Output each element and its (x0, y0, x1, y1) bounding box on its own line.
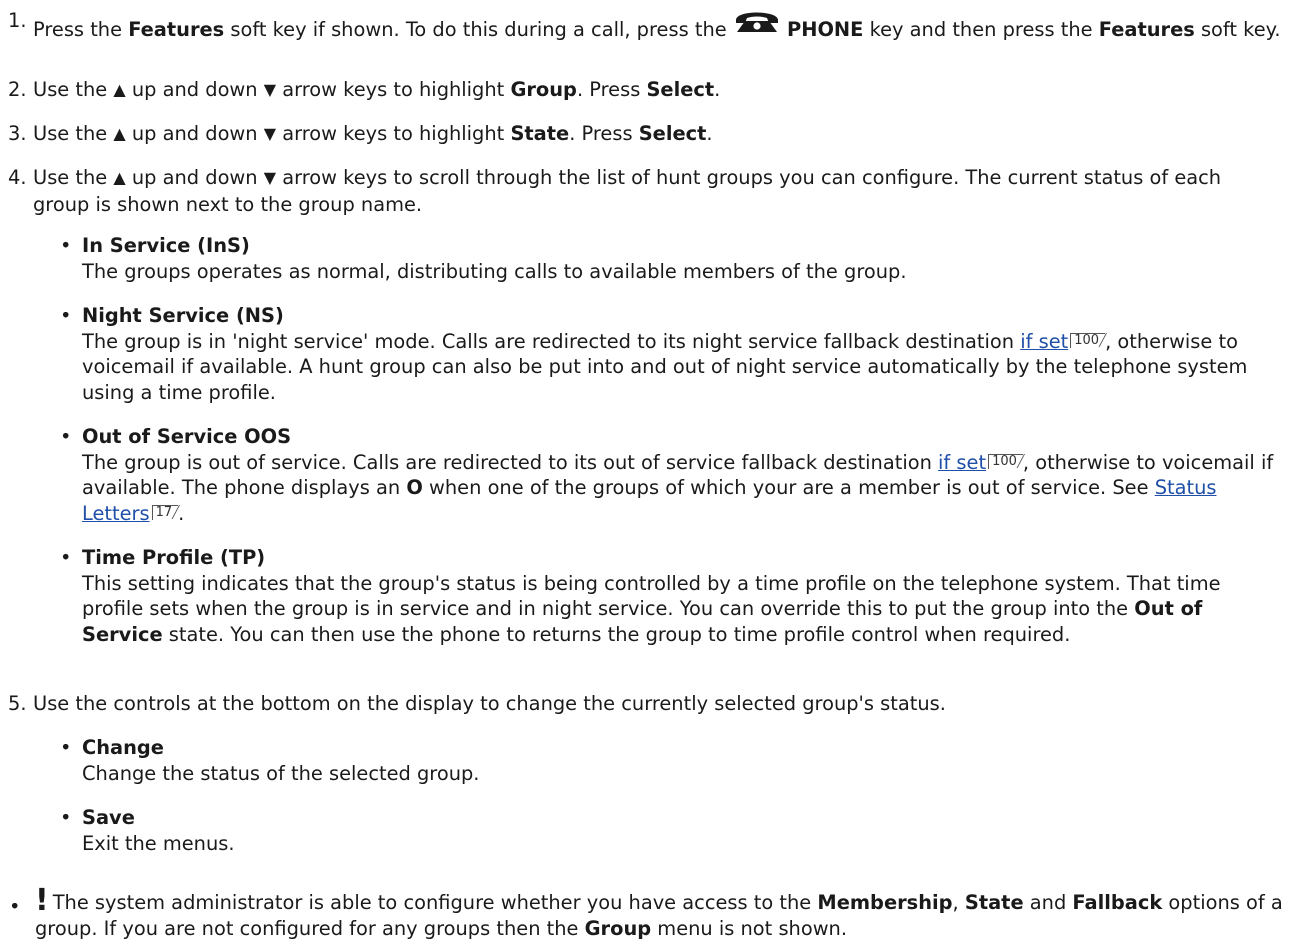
text-run: and (1023, 891, 1073, 914)
step-number: 5. (8, 692, 27, 715)
text-run: up and down (125, 78, 264, 101)
text-run: The group is out of service. Calls are r… (82, 450, 939, 474)
page-reference-icon[interactable]: 17 (151, 504, 179, 520)
bold-term: Select (646, 78, 715, 101)
phone-icon (735, 12, 778, 32)
text-run: Press the (33, 18, 129, 41)
text-run: This setting indicates that the group's … (82, 571, 1221, 621)
bold-term: Features (128, 18, 225, 41)
text-run: Change the status of the selected group. (82, 761, 480, 785)
option-description: The group is out of service. Calls are r… (82, 450, 1283, 527)
status-option: • Night Service (NS) The group is in 'nigh… (0, 303, 1289, 405)
option-title: In Service (InS) (82, 234, 250, 257)
option-description: Exit the menus. (82, 831, 1283, 857)
up-arrow-icon: ▲ (113, 80, 126, 99)
option-title: Change (82, 736, 164, 759)
status-option: • Change Change the status of the selected… (0, 735, 1289, 786)
admin-note: • ! The system administrator is able to c… (0, 886, 1289, 941)
text-run: , (952, 891, 965, 914)
text-run: Use the controls at the bottom on the di… (33, 692, 946, 715)
page-reference-icon[interactable]: 100 (1070, 332, 1106, 348)
option-description: Change the status of the selected group. (82, 761, 1283, 787)
up-arrow-icon: ▲ (113, 168, 126, 187)
text-run: The groups operates as normal, distribut… (82, 259, 907, 283)
option-title: Save (82, 806, 135, 829)
text-run: The group is in 'night service' mode. Ca… (82, 329, 1021, 353)
step-number: 2. (8, 78, 27, 101)
text-run: arrow keys to highlight (276, 78, 511, 101)
step-item: 2. Use the ▲ up and down ▼ arrow keys to … (0, 77, 1289, 104)
bullet-dot: • (60, 234, 72, 257)
step-item: 4. Use the ▲ up and down ▼ arrow keys to … (0, 165, 1289, 217)
bold-term: Group (584, 916, 652, 940)
page-reference-icon[interactable]: 100 (988, 453, 1023, 469)
text-run: up and down (125, 122, 264, 145)
option-title: Night Service (NS) (82, 304, 284, 327)
bold-term: Features (1098, 18, 1195, 41)
down-arrow-icon: ▼ (263, 124, 277, 143)
down-arrow-icon: ▼ (263, 80, 277, 99)
text-run: when one of the groups of which your are… (422, 476, 1155, 499)
bold-term: PHONE (787, 18, 864, 41)
step-text: Use the ▲ up and down ▼ arrow keys to sc… (33, 165, 1283, 217)
bold-term: State (964, 891, 1024, 914)
option-description: The groups operates as normal, distribut… (82, 259, 1283, 285)
text-run: . Press (576, 78, 647, 101)
exclamation-icon: ! (35, 883, 49, 918)
text-run: . Press (569, 122, 639, 145)
text-run: soft key. (1194, 18, 1281, 41)
text-run: . (706, 122, 713, 145)
note-text: ! The system administrator is able to con… (0, 886, 1289, 941)
bold-term: Group (510, 78, 577, 101)
bullet-dot: • (60, 806, 72, 829)
step-item: 5. Use the controls at the bottom on the … (0, 691, 1289, 717)
status-option: • Save Exit the menus. (0, 805, 1289, 856)
text-run: menu is not shown. (651, 916, 848, 940)
step-item: 1. Press the Features soft key if shown. … (0, 8, 1289, 43)
step-text: Use the ▲ up and down ▼ arrow keys to hi… (33, 77, 1283, 104)
option-description: This setting indicates that the group's … (82, 571, 1283, 648)
text-run: . (714, 78, 721, 101)
text-run: Exit the menus. (82, 831, 235, 855)
bold-term: Membership (817, 891, 953, 914)
text-run: key and then press the (863, 18, 1099, 41)
text-run: soft key if shown. To do this during a c… (224, 18, 733, 41)
bullet-dot: • (60, 425, 72, 448)
option-title: Out of Service OOS (82, 425, 292, 448)
bold-term: Select (638, 122, 707, 145)
down-arrow-icon: ▼ (263, 168, 277, 187)
status-option: • Out of Service OOS The group is out of s… (0, 424, 1289, 526)
text-run: Use the (33, 78, 114, 101)
text-run: Use the (33, 166, 114, 189)
option-title: Time Profile (TP) (82, 546, 266, 569)
step-text: Use the controls at the bottom on the di… (33, 691, 1283, 717)
bullet-dot: • (60, 546, 72, 569)
status-option: • In Service (InS) The groups operates as … (0, 233, 1289, 284)
status-option: • Time Profile (TP) This setting indicates… (0, 545, 1289, 647)
cross-reference-link[interactable]: if set (1020, 330, 1068, 353)
note-bullet: • (9, 895, 21, 918)
step-text: Use the ▲ up and down ▼ arrow keys to hi… (33, 121, 1283, 148)
step-item: 3. Use the ▲ up and down ▼ arrow keys to … (0, 121, 1289, 148)
bold-term: State (510, 122, 570, 145)
text-run: Use the (33, 122, 114, 145)
bullet-dot: • (60, 736, 72, 759)
step-number: 3. (8, 122, 27, 145)
step-text: Press the Features soft key if shown. To… (33, 8, 1283, 43)
bullet-dot: • (60, 304, 72, 327)
cross-reference-link[interactable]: if set (938, 451, 986, 474)
step-number: 1. (8, 9, 27, 32)
text-run: state. You can then use the phone to ret… (162, 622, 1071, 646)
text-run: up and down (125, 166, 264, 189)
step-number: 4. (8, 166, 27, 189)
text-run: arrow keys to highlight (276, 122, 511, 145)
option-description: The group is in 'night service' mode. Ca… (82, 329, 1283, 406)
up-arrow-icon: ▲ (113, 124, 126, 143)
bold-term: O (406, 476, 423, 499)
text-run: The system administrator is able to conf… (52, 891, 818, 914)
bold-term: Fallback (1072, 891, 1163, 914)
